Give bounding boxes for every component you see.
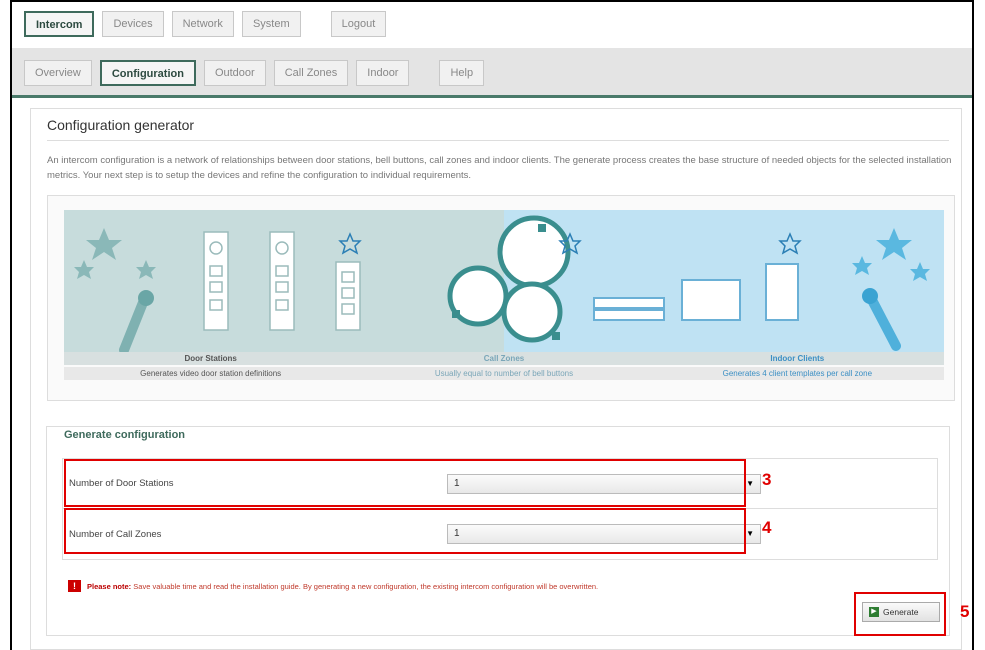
note-prefix: Please note: xyxy=(87,581,132,591)
logout-button[interactable]: Logout xyxy=(330,11,387,37)
nav-tab-system[interactable]: System xyxy=(241,11,301,37)
highlight-box-5 xyxy=(854,592,946,636)
highlight-box-4 xyxy=(64,508,746,554)
note-body: Save valuable time and read the installa… xyxy=(133,581,599,591)
tab-configuration[interactable]: Configuration xyxy=(99,60,196,86)
title-divider xyxy=(47,140,949,141)
main-nav: Intercom Devices Network System Logout xyxy=(24,11,387,37)
nav-tab-network[interactable]: Network xyxy=(171,11,234,37)
caption-call-zones: Call Zones xyxy=(483,354,525,363)
highlight-box-3 xyxy=(64,459,746,507)
sub-nav: Overview Configuration Outdoor Call Zone… xyxy=(24,60,485,86)
caption-indoor-clients: Indoor Clients xyxy=(770,354,825,363)
caption-door-stations: Door Stations xyxy=(184,354,237,363)
configuration-illustration xyxy=(64,210,944,352)
nav-tab-intercom[interactable]: Intercom xyxy=(24,11,95,37)
subcaption-call-zones: Usually equal to number of bell buttons xyxy=(434,369,574,378)
annotation-5: 5 xyxy=(960,602,970,621)
illustration-panel: Door Stations Call Zones Indoor Clients … xyxy=(47,195,955,401)
warning-icon: ! xyxy=(68,580,81,592)
page-description: An intercom configuration is a network o… xyxy=(47,155,952,181)
nav-tab-devices[interactable]: Devices xyxy=(102,11,164,37)
subcaption-indoor-clients: Generates 4 client templates per call zo… xyxy=(722,369,873,378)
generate-legend: Generate configuration xyxy=(60,429,190,441)
tab-call-zones[interactable]: Call Zones xyxy=(273,60,349,86)
chevron-down-icon: ▼ xyxy=(746,479,754,488)
tab-outdoor[interactable]: Outdoor xyxy=(203,60,266,86)
annotation-4: 4 xyxy=(762,518,772,537)
subcaption-door-stations: Generates video door station definitions xyxy=(140,369,282,378)
tab-overview[interactable]: Overview xyxy=(24,60,92,86)
warning-note: ! Please note: Save valuable time and re… xyxy=(68,580,848,592)
tab-indoor[interactable]: Indoor xyxy=(356,60,410,86)
chevron-down-icon: ▼ xyxy=(746,529,754,538)
tab-help[interactable]: Help xyxy=(439,60,485,86)
illustration-subcaptions: Generates video door station definitions… xyxy=(64,367,944,380)
page-title: Configuration generator xyxy=(47,117,195,133)
annotation-3: 3 xyxy=(762,470,772,489)
illustration-captions: Door Stations Call Zones Indoor Clients xyxy=(64,352,944,365)
note-text: Please note: Save valuable time and read… xyxy=(87,582,598,591)
